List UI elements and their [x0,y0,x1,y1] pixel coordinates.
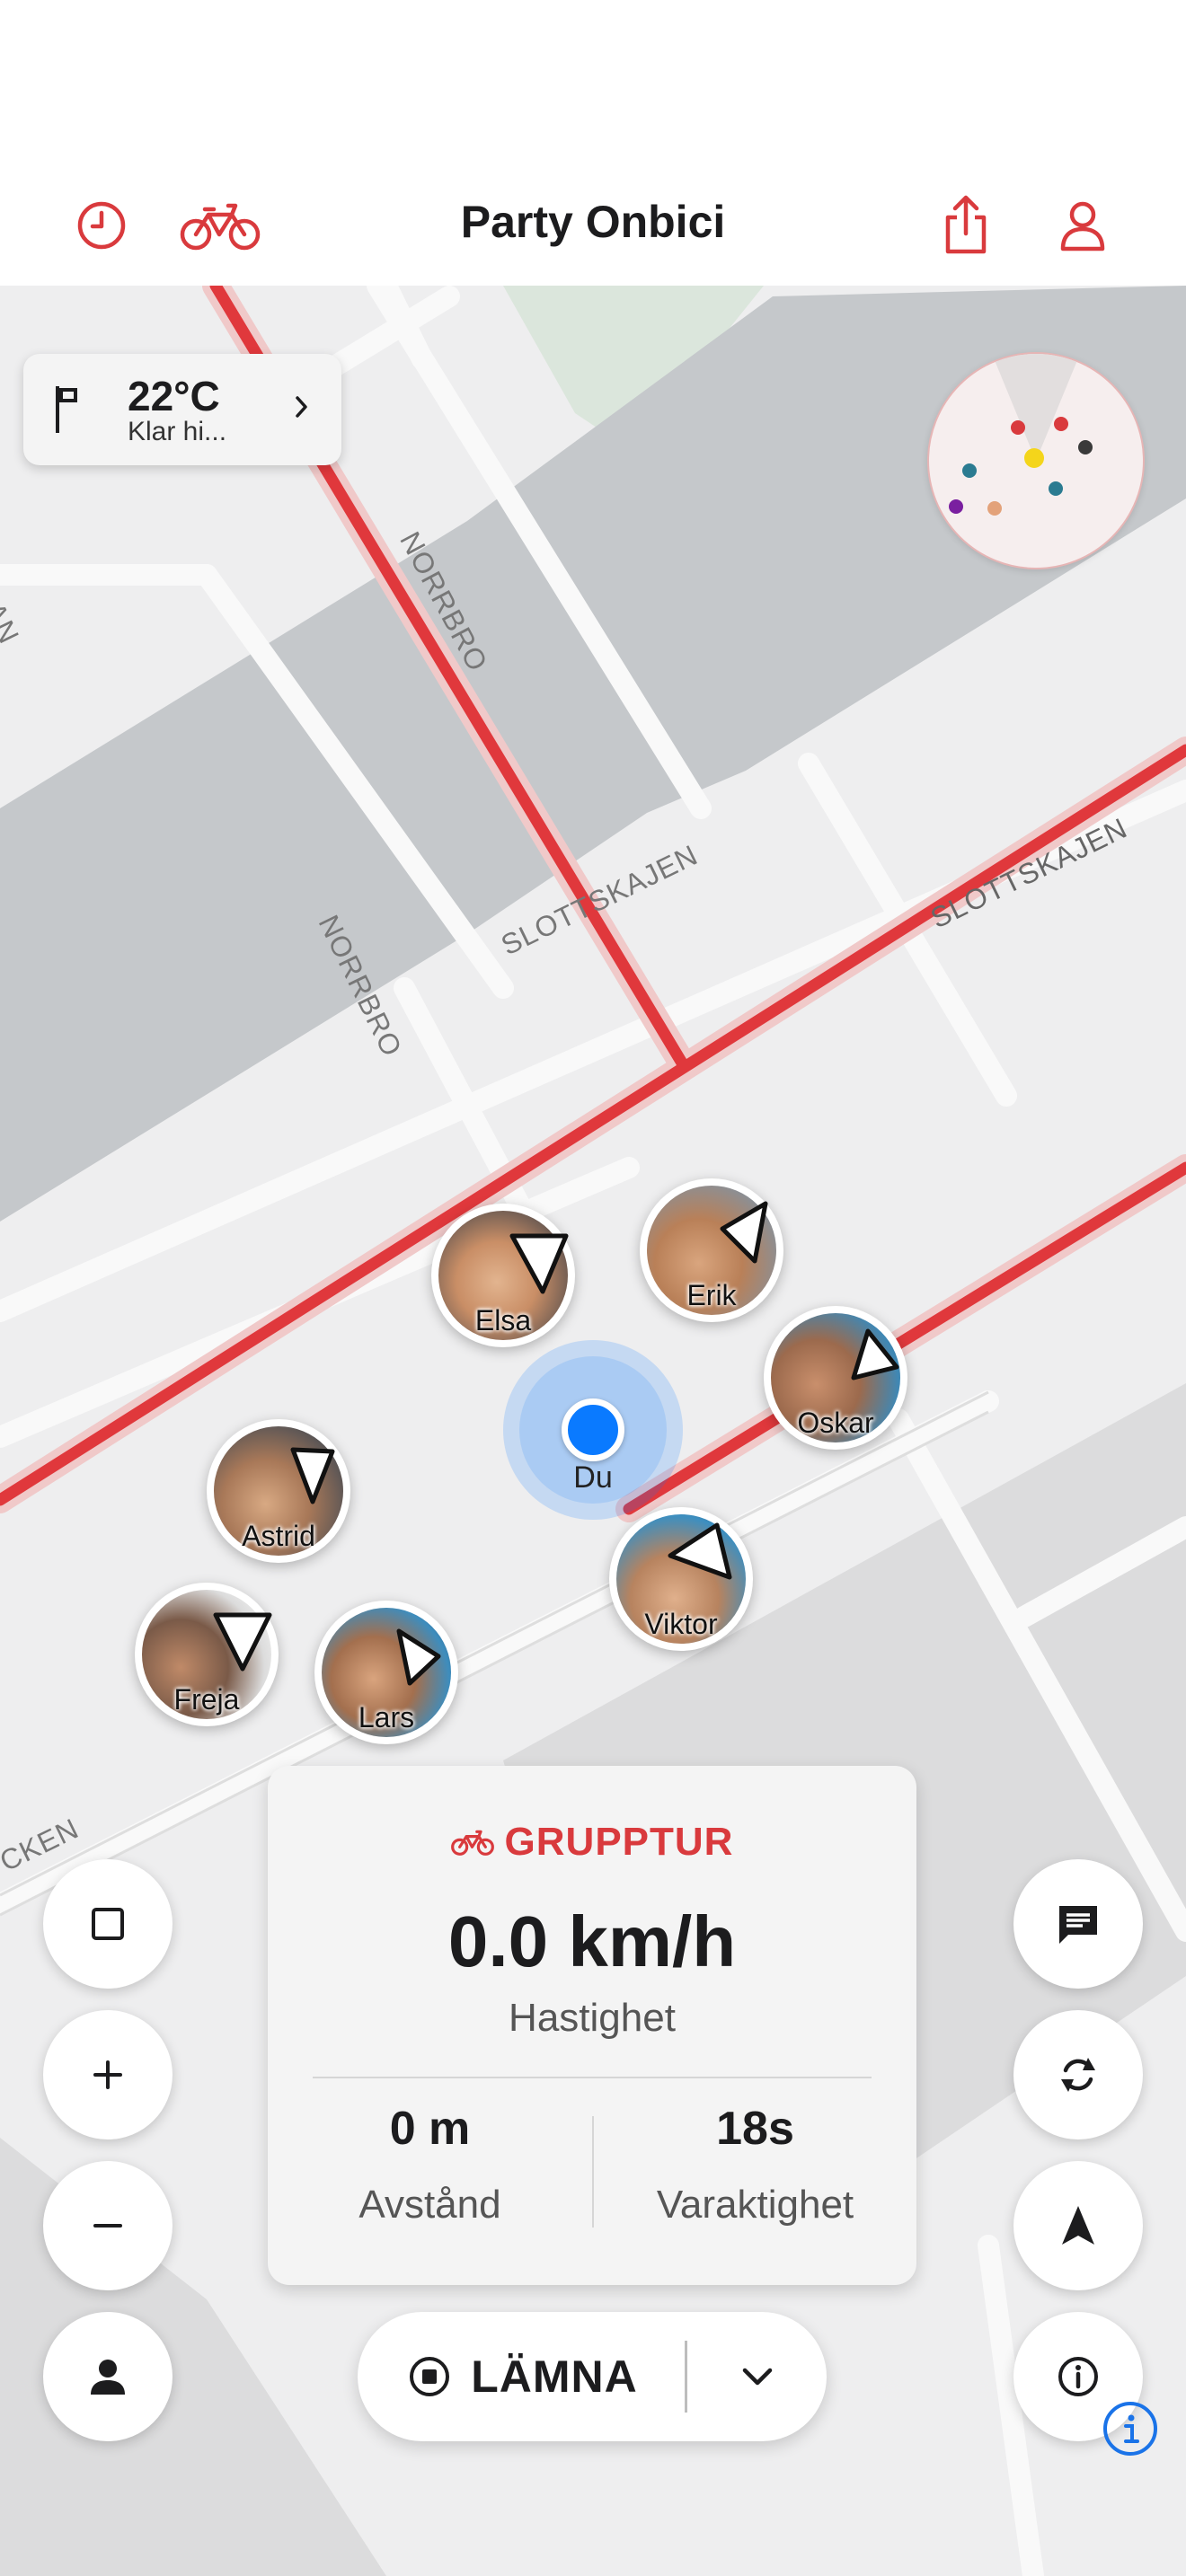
leave-label: LÄMNA [471,2351,638,2402]
rider-avatar-oskar[interactable]: Oskar [764,1306,907,1450]
rider-avatar-viktor[interactable]: Viktor [609,1507,753,1651]
distance-label: Avstånd [358,2183,501,2227]
divider [685,2341,687,2413]
divider [313,2077,872,2078]
speed-label: Hastighet [509,1996,676,2040]
weather-card[interactable]: 22°C Klar hi... [23,354,341,465]
radar-dot [1024,448,1044,468]
square-button[interactable] [43,1859,173,1989]
stop-icon [410,2357,450,2396]
share-icon[interactable] [925,185,1006,266]
rider-name: Oskar [797,1407,874,1439]
temperature: 22°C [128,373,220,419]
leave-ride-control: LÄMNA [358,2312,827,2441]
distance-value: 0 m [389,2103,471,2155]
square-icon [92,1908,124,1940]
radar-dot [962,463,977,478]
ride-stats-panel: GRUPPTUR 0.0 km/h Hastighet 0 m Avstånd … [268,1766,916,2285]
chat-icon [1059,1906,1097,1944]
navigation-button[interactable] [1013,2161,1143,2290]
zoom-out-button[interactable] [43,2161,173,2290]
leave-options-button[interactable] [688,2312,827,2441]
weather-description: Klar hi... [128,417,227,446]
rider-avatar-erik[interactable]: Erik [640,1178,783,1322]
profile-icon[interactable] [1042,185,1123,266]
radar-dot [1078,440,1093,454]
leave-button[interactable]: LÄMNA [358,2312,688,2441]
top-bar: Party Onbici [0,0,1186,286]
rider-name: Viktor [644,1608,718,1640]
rider-avatar-lars[interactable]: Lars [314,1601,458,1744]
refresh-icon [1061,2058,1095,2092]
duration-label: Varaktighet [656,2183,854,2227]
chat-button[interactable] [1013,1859,1143,1989]
chevron-right-icon [293,393,311,425]
user-location-label: Du [573,1460,613,1495]
flag-icon [54,384,84,439]
person-icon [91,2360,125,2395]
plus-icon [93,2060,122,2089]
navigation-arrow-icon [1062,2206,1094,2245]
map-attribution-icon[interactable] [1102,2400,1159,2457]
radar-dot [1011,420,1025,435]
bike-icon [450,1830,494,1856]
radar-dot [1049,481,1063,496]
duration-value: 18s [716,2103,794,2155]
chevron-down-icon [742,2368,773,2386]
ride-mode-label: GRUPPTUR [504,1820,734,1864]
rider-avatar-astrid[interactable]: Astrid [207,1419,350,1563]
radar-dot [1054,417,1068,431]
center-self-button[interactable] [43,2312,173,2441]
rider-name: Elsa [474,1304,532,1337]
speed-value: 0.0 km/h [447,1901,737,1981]
info-icon [1058,2357,1098,2396]
rider-avatar-elsa[interactable]: Elsa [431,1204,575,1347]
rider-name: Lars [358,1701,415,1734]
group-radar[interactable] [927,352,1145,569]
rider-name: Freja [173,1683,240,1716]
radar-dot [987,501,1002,516]
user-location-dot[interactable] [562,1398,624,1461]
refresh-button[interactable] [1013,2010,1143,2139]
minus-icon [93,2224,122,2228]
rider-name: Erik [686,1279,737,1311]
rider-avatar-freja[interactable]: Freja [135,1583,279,1726]
rider-name: Astrid [242,1520,315,1552]
radar-dot [949,499,963,514]
page-title: Party Onbici [460,197,726,247]
zoom-in-button[interactable] [43,2010,173,2139]
